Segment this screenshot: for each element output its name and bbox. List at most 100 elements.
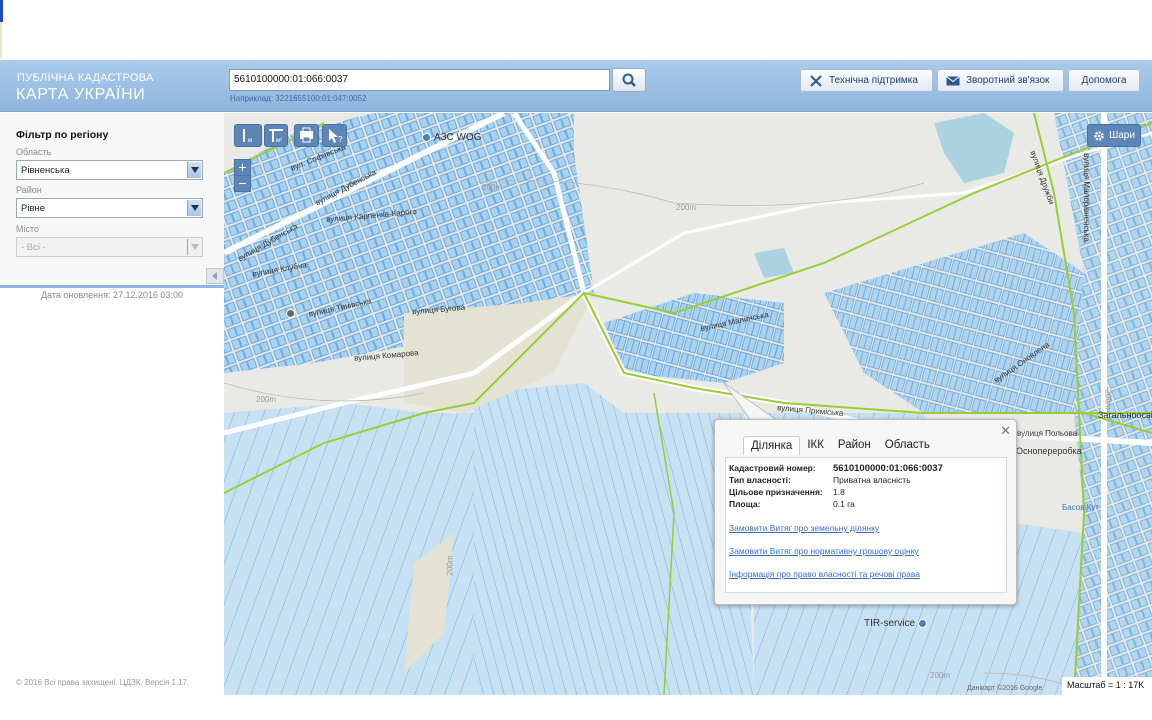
map-canvas[interactable]: вул. Софіївська вулиця Дубенська вулиця … [224, 113, 1152, 695]
tab-raion[interactable]: Район [831, 436, 878, 455]
poi-label: TIR-service [864, 618, 916, 629]
app-header: ПУБЛІЧНА КАДАСТРОВА КАРТА УКРАЇНИ 561010… [0, 60, 1152, 112]
layers-button[interactable]: Шари [1087, 124, 1141, 147]
ownership-info-link[interactable]: Інформація про право власності та речові… [729, 569, 920, 579]
field-cadastral-number: Кадастровий номер: 5610100000:01:066:0037 [729, 463, 943, 474]
chevron-down-icon [187, 162, 201, 178]
filter-title: Фільтр по регіону [16, 129, 109, 141]
browser-top-strip [0, 0, 1152, 60]
poi-marker[interactable] [286, 309, 298, 318]
zoom-in-button[interactable]: + [234, 159, 251, 176]
contour-label: 200m [1103, 389, 1113, 410]
pointer-help-icon: ? [329, 129, 343, 144]
oblast-select[interactable]: Рівненська [16, 160, 203, 180]
print-button[interactable] [294, 124, 319, 147]
street-label: вулиця Польова [1017, 429, 1078, 438]
page: ПУБЛІЧНА КАДАСТРОВА КАРТА УКРАЇНИ 561010… [0, 0, 1152, 720]
minus-icon: − [238, 175, 247, 191]
place-label: Загальноосвітня [1098, 410, 1152, 420]
field-value: 5610100000:01:066:0037 [833, 463, 943, 474]
svg-text:?: ? [338, 135, 343, 144]
chevron-left-icon [212, 272, 217, 280]
popup-content: Кадастровий номер: 5610100000:01:066:0037… [725, 457, 1007, 593]
search-button[interactable] [612, 68, 646, 92]
identify-button[interactable]: ? [322, 124, 347, 147]
tab-oblast[interactable]: Область [878, 436, 937, 455]
raion-value: Рівне [21, 203, 46, 214]
help-button[interactable]: Допомога [1068, 69, 1140, 92]
measure-length-button[interactable]: м [234, 124, 262, 147]
help-label: Допомога [1081, 75, 1127, 86]
region-filter-panel: Фільтр по регіону Область Рівненська Рай… [0, 113, 224, 288]
update-date: Дата оновлення: 27.12.2016 03:00 [40, 290, 184, 300]
tab-parcel[interactable]: Ділянка [743, 436, 801, 455]
field-key: Тип власності: [729, 475, 791, 485]
gas-station-icon [422, 133, 431, 142]
ruler-icon: м [243, 129, 252, 144]
city-select[interactable]: - Всі - [16, 237, 203, 257]
service-icon [918, 619, 928, 628]
field-key: Площа: [729, 499, 761, 509]
support-button[interactable]: Технічна підтримка [800, 69, 933, 92]
field-key: Цільове призначення: [729, 487, 823, 497]
logo-line-1[interactable]: ПУБЛІЧНА КАДАСТРОВА [17, 72, 154, 84]
tab-ikk[interactable]: ІКК [800, 436, 831, 455]
poi-tir-service[interactable]: TIR-service [864, 618, 928, 629]
cadastral-search-input[interactable]: 5610100000:01:066:0037 [229, 69, 610, 91]
envelope-icon [946, 75, 960, 85]
popup-tabs: Ділянка ІКК Район Область [743, 436, 937, 455]
copyright: © 2016 Всі права захищені. ЦДЗК. Версія … [16, 678, 190, 687]
edge-marker [0, 0, 3, 22]
search-hint: Наприклад: 3221655100:01:047:0052 [230, 94, 367, 103]
oblast-value: Рівненська [21, 165, 70, 176]
contour-label: 200m [445, 555, 455, 576]
map-attribution: Данікарт ©2016 Google [967, 685, 1043, 692]
place-label: Оснопереробка [1016, 446, 1082, 456]
street-label: вулиця Малорівненська [1081, 153, 1091, 242]
svg-text:м²: м² [276, 138, 282, 144]
field-purpose: Цільове призначення: 1.8 [729, 487, 845, 497]
field-value: Приватна власність [833, 475, 911, 485]
field-area: Площа: 0.1 га [729, 499, 855, 509]
field-key: Кадастровий номер: [729, 463, 816, 473]
support-label: Технічна підтримка [829, 75, 918, 86]
city-label: Місто [16, 224, 40, 234]
raion-select[interactable]: Рівне [16, 198, 203, 218]
map-scale: Масштаб = 1 : 17K [1062, 677, 1152, 695]
raion-label: Район [16, 185, 42, 195]
oblast-label: Область [16, 147, 52, 157]
zoom-out-button[interactable]: − [234, 175, 251, 192]
map-base-layer [224, 113, 1152, 695]
field-ownership: Тип власності: Приватна власність [729, 475, 911, 485]
svg-text:м: м [248, 138, 252, 144]
print-icon [300, 127, 313, 143]
tools-icon [810, 74, 822, 87]
order-extract-link[interactable]: Замовити Витяг про земельну ділянку [729, 523, 879, 533]
collapse-sidebar-button[interactable] [206, 268, 224, 284]
area-icon: м² [269, 129, 283, 144]
feedback-label: Зворотний зв'язок [966, 75, 1050, 86]
poi-label: АЗС WOG [434, 132, 482, 143]
feedback-button[interactable]: Зворотний зв'язок [937, 69, 1064, 92]
field-value: 0.1 га [833, 499, 855, 509]
field-value: 1.8 [833, 487, 845, 497]
logo-line-2[interactable]: КАРТА УКРАЇНИ [16, 86, 145, 104]
search-icon [622, 73, 636, 87]
contour-label: 200m [676, 203, 697, 212]
poi-label: Басов Кут [1062, 503, 1100, 512]
edge-marker-2 [0, 22, 2, 58]
close-icon[interactable]: ✕ [1000, 423, 1011, 439]
contour-label: 200m [256, 395, 277, 404]
poi-basov-kut[interactable]: Басов Кут [1062, 503, 1099, 512]
contour-label: 200m [930, 671, 951, 680]
layers-label: Шари [1109, 130, 1135, 141]
plus-icon: + [238, 159, 247, 175]
poi-gas-station[interactable]: АЗС WOG [422, 132, 481, 143]
chevron-down-icon [187, 239, 201, 255]
measure-area-button[interactable]: м² [264, 124, 288, 147]
marker-icon [286, 309, 295, 318]
contour-label: 200m [482, 183, 503, 192]
city-value: - Всі - [21, 242, 46, 253]
order-valuation-link[interactable]: Замовити Витяг про нормативну грошову оц… [729, 546, 919, 556]
parcel-info-popup: ✕ Ділянка ІКК Район Область Кадастровий … [714, 419, 1017, 605]
